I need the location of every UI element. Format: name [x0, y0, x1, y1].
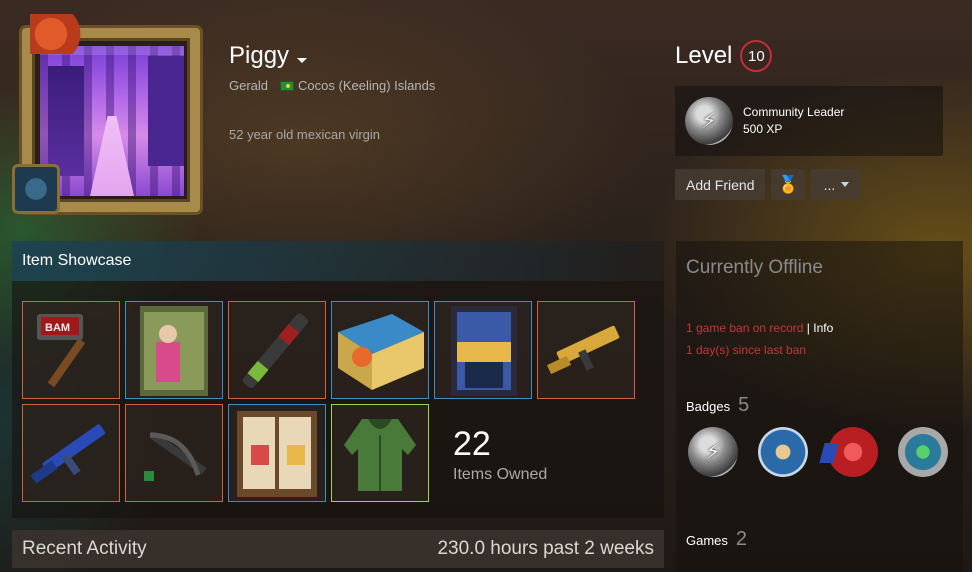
- showcase-item-poster[interactable]: [125, 301, 223, 399]
- showcase-item-sledgehammer[interactable]: BAM: [22, 301, 120, 399]
- persona-details: Gerald Cocos (Keeling) Islands: [229, 78, 435, 93]
- showcase-header: Item Showcase: [12, 241, 664, 281]
- crossbow-icon: [126, 405, 222, 501]
- wax-seal-icon[interactable]: [828, 427, 878, 477]
- add-friend-button[interactable]: Add Friend: [675, 169, 766, 200]
- sledgehammer-icon: BAM: [23, 302, 119, 398]
- persona-name[interactable]: Piggy: [229, 42, 435, 70]
- green-hoodie-icon: [332, 405, 428, 501]
- ban-days-text: 1 day(s) since last ban: [686, 343, 807, 357]
- dragon-ornament-icon: [30, 14, 100, 54]
- showcase-item-crate[interactable]: [331, 301, 429, 399]
- more-button[interactable]: ...: [811, 169, 862, 200]
- level-label: Level: [675, 42, 733, 69]
- showcase-item-rocket-launcher[interactable]: [228, 301, 326, 399]
- level-number[interactable]: 10: [740, 40, 773, 72]
- chevron-down-icon: [841, 182, 850, 187]
- more-label: ...: [823, 176, 836, 193]
- lightning-bolt-icon[interactable]: ⚡: [688, 427, 738, 477]
- showcase-item-wooden-wall[interactable]: [228, 404, 326, 502]
- ban-info-link[interactable]: Info: [813, 321, 833, 335]
- item-showcase: Item Showcase BAM 22 Items Owned: [12, 241, 664, 518]
- lightning-bolt-icon: ⚡: [685, 97, 733, 145]
- favorite-badge-name: Community Leader: [743, 105, 845, 119]
- wooden-wall-icon: [229, 405, 325, 501]
- poster-icon: [126, 302, 222, 398]
- chevron-down-icon[interactable]: [297, 57, 308, 63]
- avatar-image: [40, 46, 184, 196]
- persona-block: Piggy Gerald Cocos (Keeling) Islands: [229, 42, 435, 93]
- favorite-badge-xp: 500 XP: [743, 122, 783, 136]
- frame-emblem-icon: [12, 164, 60, 214]
- mp5-gold-icon: [538, 302, 634, 398]
- real-name: Gerald: [229, 78, 269, 93]
- profile-sidebar: Currently Offline 1 game ban on record |…: [676, 241, 963, 572]
- items-owned[interactable]: 22 Items Owned: [453, 425, 547, 484]
- items-owned-count: 22: [453, 425, 491, 463]
- award-icon: 🏅: [777, 174, 800, 194]
- ban-count-text: 1 game ban on record: [686, 321, 804, 335]
- showcase-item-crossbow[interactable]: [125, 404, 223, 502]
- showcase-item-door[interactable]: [434, 301, 532, 399]
- showcase-item-ak-blue[interactable]: [22, 404, 120, 502]
- online-status: Currently Offline: [686, 257, 823, 278]
- persona-name-text: Piggy: [229, 42, 290, 69]
- showcase-item-mp5-gold[interactable]: [537, 301, 635, 399]
- rocket-launcher-icon: [229, 302, 325, 398]
- ban-status: 1 game ban on record | Info 1 day(s) sin…: [686, 317, 833, 361]
- profile-summary: 52 year old mexican virgin: [229, 127, 381, 142]
- door-icon: [435, 302, 531, 398]
- award-button[interactable]: 🏅: [771, 169, 806, 200]
- recent-activity-title: Recent Activity: [22, 538, 147, 559]
- badges-section-header[interactable]: Badges 5: [686, 394, 749, 417]
- ban-separator: |: [806, 321, 810, 335]
- location-text: Cocos (Keeling) Islands: [298, 78, 436, 93]
- crate-icon: [332, 302, 428, 398]
- items-owned-label: Items Owned: [453, 466, 548, 483]
- flag-icon: [280, 81, 295, 91]
- games-section-header[interactable]: Games 2: [686, 528, 747, 551]
- favorite-badge[interactable]: ⚡ Community Leader 500 XP: [675, 86, 943, 156]
- svg-text:BAM: BAM: [45, 322, 70, 334]
- recent-activity-hours: 230.0 hours past 2 weeks: [437, 538, 654, 559]
- games-label: Games: [686, 533, 728, 548]
- favorite-badge-text: Community Leader 500 XP: [743, 104, 844, 138]
- badges-list: ⚡: [688, 427, 948, 477]
- csgo-icon[interactable]: [758, 427, 808, 477]
- ak-blue-icon: [23, 405, 119, 501]
- showcase-item-green-hoodie[interactable]: [331, 404, 429, 502]
- recent-activity-header: Recent Activity 230.0 hours past 2 weeks: [12, 530, 664, 568]
- badges-count: 5: [738, 394, 750, 416]
- location: Cocos (Keeling) Islands: [280, 78, 435, 93]
- games-count: 2: [735, 528, 748, 550]
- level-block: Level 10: [675, 40, 773, 72]
- porthole-icon[interactable]: [898, 427, 948, 477]
- avatar[interactable]: [12, 14, 212, 214]
- badges-label: Badges: [686, 399, 731, 414]
- profile-actions: Add Friend 🏅 ...: [675, 169, 862, 200]
